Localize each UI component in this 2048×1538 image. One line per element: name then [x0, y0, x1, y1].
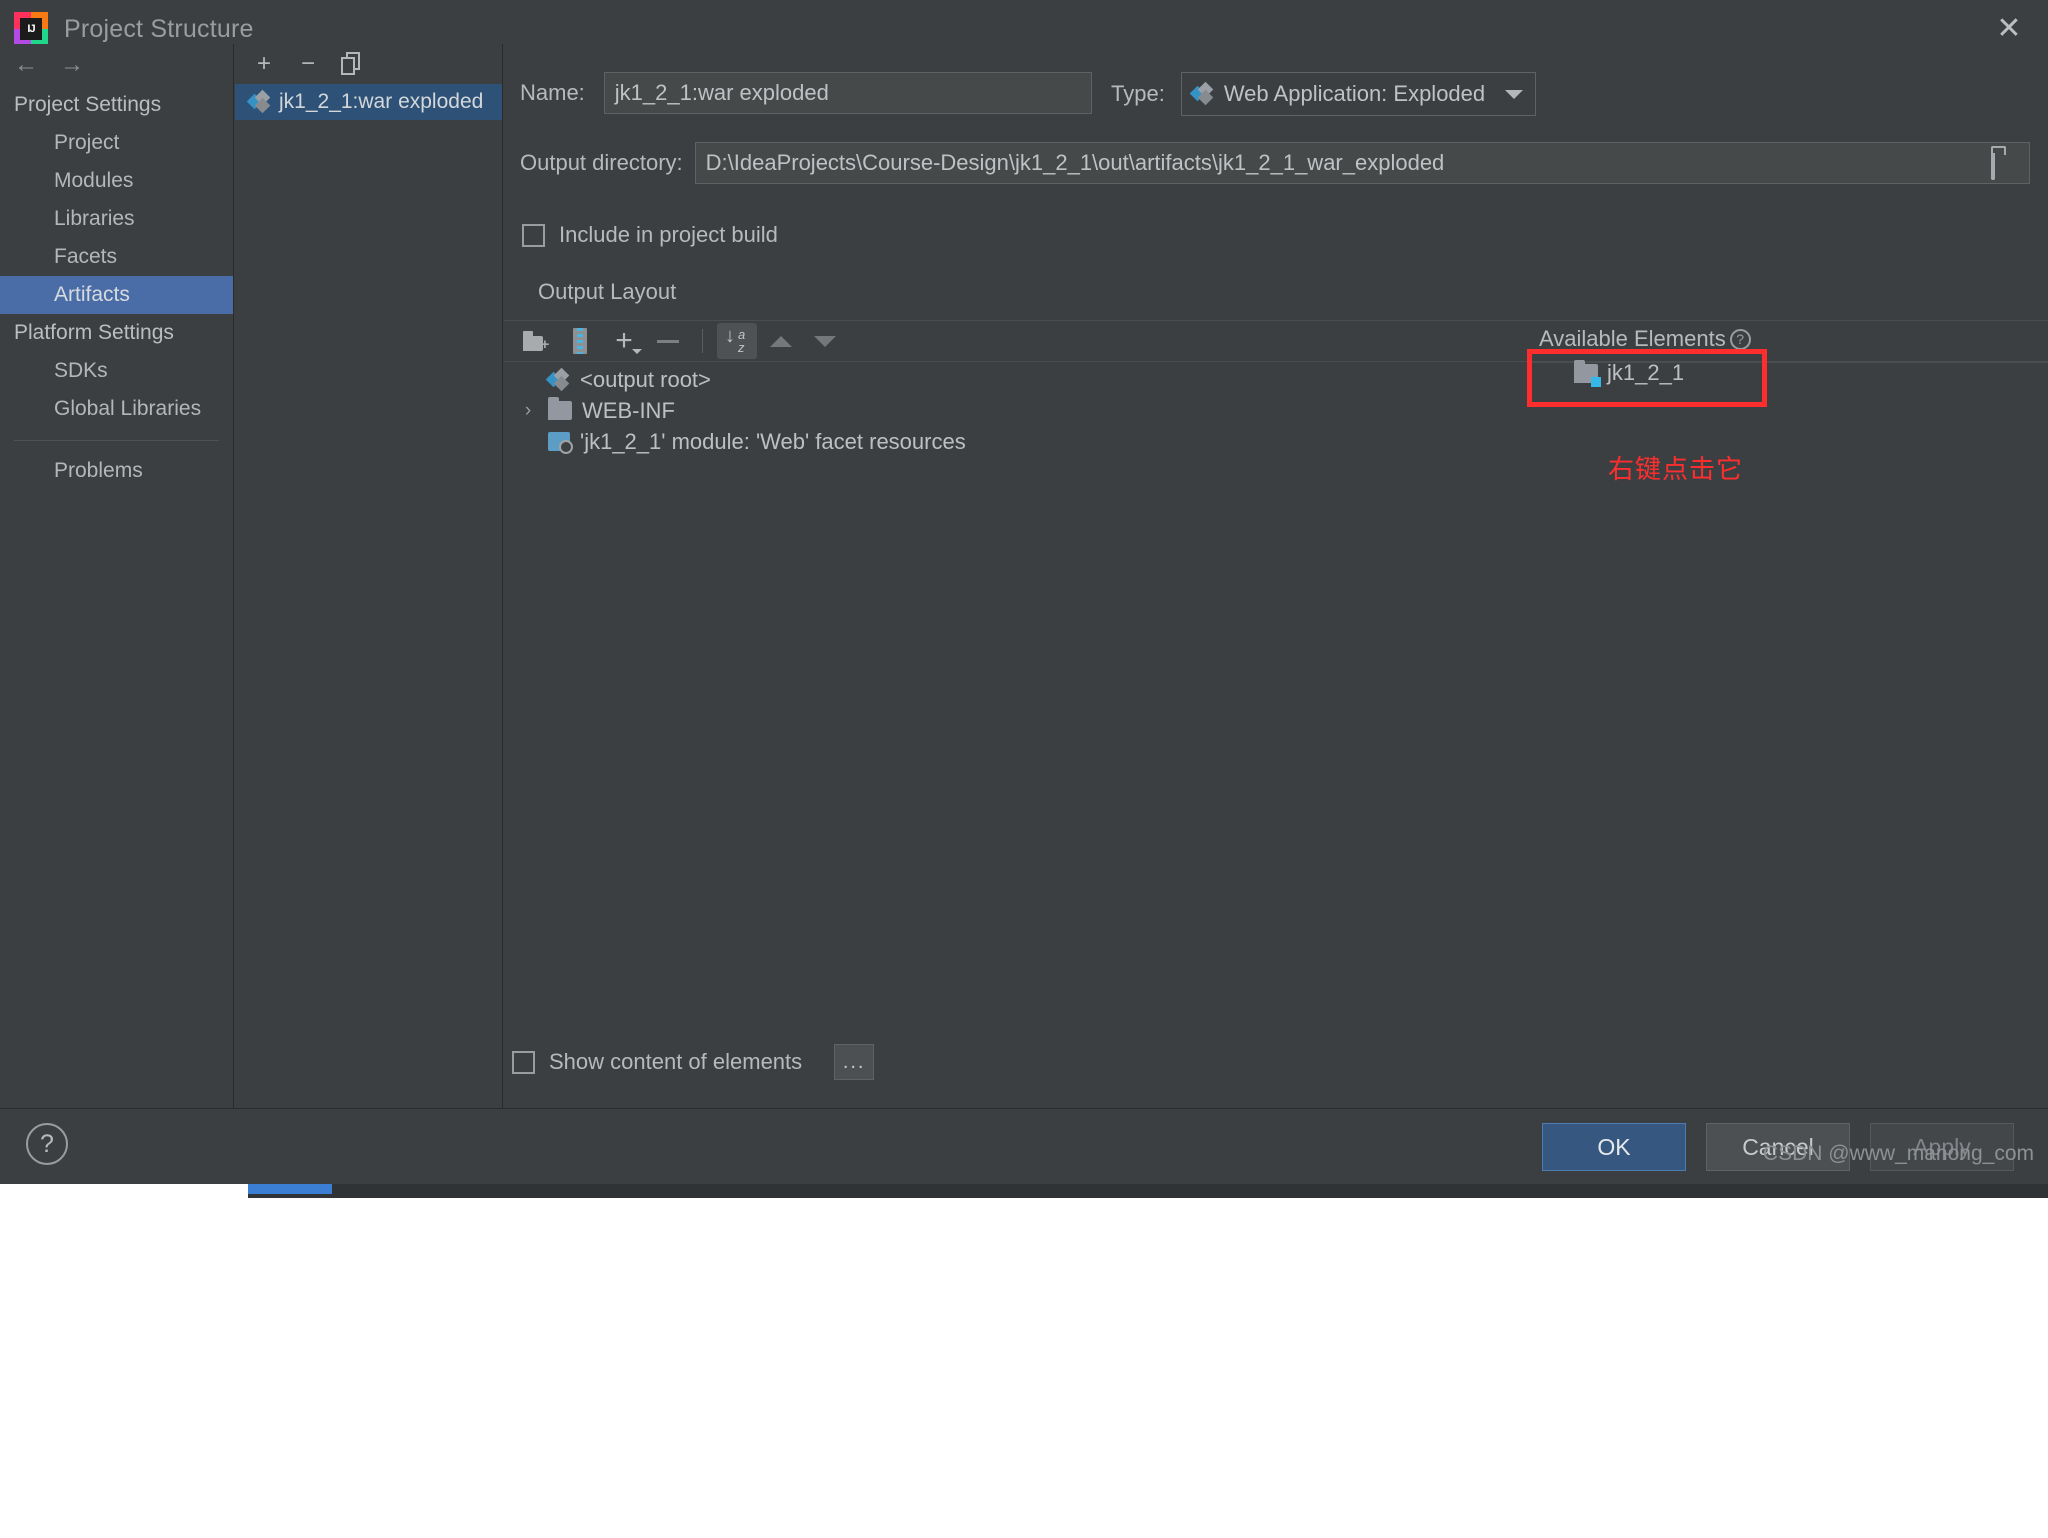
browse-folder-button[interactable]	[1991, 153, 2019, 180]
sidebar-divider	[14, 440, 219, 441]
artifact-icon	[545, 367, 570, 391]
create-archive-icon	[573, 328, 587, 354]
sort-alphabetically-icon: ↓ a z	[725, 325, 746, 355]
artifact-icon	[246, 89, 271, 114]
copy-artifact-button[interactable]	[339, 51, 365, 77]
tree-row-label: <output root>	[580, 366, 711, 392]
show-content-label: Show content of elements	[549, 1049, 803, 1074]
nav-history-controls: ← →	[0, 44, 233, 86]
module-folder-icon	[1574, 359, 1601, 387]
artifacts-toolbar: + −	[235, 44, 502, 84]
move-down-button[interactable]	[805, 323, 845, 359]
remove-element-button[interactable]	[648, 323, 688, 359]
artifact-editor-panel: Name: jk1_2_1:war exploded Type: Web App…	[504, 44, 2048, 1108]
output-directory-input[interactable]: D:\IdeaProjects\Course-Design\jk1_2_1\ou…	[694, 142, 2030, 184]
taskbar-item[interactable]	[248, 1184, 332, 1194]
type-dropdown-value: Web Application: Exploded	[1223, 81, 1486, 106]
window-title: Project Structure	[64, 14, 254, 43]
add-element-button[interactable]: +	[604, 323, 644, 359]
include-in-build-checkbox[interactable]	[522, 223, 545, 247]
type-label: Type:	[1111, 81, 1165, 106]
desktop-taskbar	[0, 1184, 2048, 1538]
include-in-build-row[interactable]: Include in project build	[522, 222, 778, 248]
folder-open-icon	[1991, 153, 1995, 180]
output-directory-label: Output directory:	[520, 150, 683, 175]
name-row: Name: jk1_2_1:war exploded	[520, 72, 1092, 114]
back-arrow-icon[interactable]: ←	[14, 51, 38, 79]
ok-button[interactable]: OK	[1542, 1123, 1686, 1171]
output-layout-label: Output Layout	[538, 279, 677, 304]
copy-icon	[341, 52, 363, 76]
facet-icon	[548, 432, 573, 454]
tree-row-label: WEB-INF	[582, 397, 675, 423]
available-element-item[interactable]: jk1_2_1	[1574, 359, 1685, 387]
output-directory-row: Output directory: D:\IdeaProjects\Course…	[520, 142, 2030, 184]
create-directory-button[interactable]: +	[516, 323, 556, 359]
add-icon: +	[615, 326, 642, 356]
artifacts-list-panel: + − jk1_2_1:war exploded	[235, 44, 503, 1108]
sidebar-item-global-libraries[interactable]: Global Libraries	[0, 390, 233, 428]
chevron-down-icon	[1504, 90, 1523, 99]
folder-icon	[548, 397, 572, 420]
toolbar-divider	[702, 329, 703, 353]
show-content-row[interactable]: Show content of elements ...	[512, 1044, 875, 1080]
remove-icon	[657, 339, 679, 343]
move-up-icon	[770, 335, 792, 347]
name-input[interactable]: jk1_2_1:war exploded	[603, 72, 1092, 114]
annotation-text: 右键点击它	[1608, 454, 1744, 484]
more-options-button[interactable]: ...	[834, 1044, 875, 1080]
settings-sidebar: ← → Project Settings Project Modules Lib…	[0, 44, 234, 1108]
sidebar-item-facets[interactable]: Facets	[0, 238, 233, 276]
show-content-checkbox[interactable]	[512, 1050, 535, 1074]
move-up-button[interactable]	[761, 323, 801, 359]
remove-artifact-button[interactable]: −	[295, 51, 321, 77]
dialog-footer: ? OK Cancel Apply	[0, 1108, 2048, 1184]
sidebar-item-libraries[interactable]: Libraries	[0, 200, 233, 238]
tree-row-output-root[interactable]: <output root>	[504, 364, 1514, 395]
intellij-idea-logo-icon: IJ	[14, 12, 48, 46]
watermark: CSDN @www_manong_com	[1762, 1142, 2034, 1165]
output-layout-tree: <output root> › WEB-INF 'jk1_2_1' module…	[504, 364, 1514, 457]
artifact-list-item[interactable]: jk1_2_1:war exploded	[235, 84, 502, 120]
tree-row-facet-resources[interactable]: 'jk1_2_1' module: 'Web' facet resources	[504, 426, 1514, 457]
sidebar-item-sdks[interactable]: SDKs	[0, 352, 233, 390]
forward-arrow-icon[interactable]: →	[60, 51, 84, 79]
taskbar-strip	[248, 1184, 2048, 1198]
tree-row-label: 'jk1_2_1' module: 'Web' facet resources	[580, 428, 966, 454]
include-in-build-label: Include in project build	[559, 222, 778, 247]
sort-alphabetically-button[interactable]: ↓ a z	[717, 323, 757, 359]
artifact-list-item-label: jk1_2_1:war exploded	[279, 90, 484, 113]
create-directory-icon: +	[523, 331, 549, 352]
tree-row-web-inf[interactable]: › WEB-INF	[504, 395, 1514, 426]
logo-text: IJ	[20, 18, 42, 40]
output-layout-toolbar: + + ↓ a z	[504, 320, 2048, 362]
sidebar-item-artifacts[interactable]: Artifacts	[0, 276, 233, 314]
sidebar-item-problems[interactable]: Problems	[0, 451, 233, 491]
name-label: Name:	[520, 80, 585, 105]
create-archive-button[interactable]	[560, 323, 600, 359]
help-button[interactable]: ?	[26, 1123, 68, 1165]
output-directory-value: D:\IdeaProjects\Course-Design\jk1_2_1\ou…	[705, 150, 1445, 175]
sidebar-group-project-settings: Project Settings	[14, 93, 162, 116]
move-down-icon	[814, 335, 836, 347]
type-dropdown[interactable]: Web Application: Exploded	[1180, 72, 1536, 116]
chevron-right-icon[interactable]: ›	[518, 400, 538, 422]
available-element-label: jk1_2_1	[1607, 360, 1685, 385]
add-artifact-button[interactable]: +	[251, 51, 277, 77]
type-row: Type: Web Application: Exploded	[1111, 72, 1536, 116]
sidebar-item-modules[interactable]: Modules	[0, 162, 233, 200]
sidebar-group-platform-settings: Platform Settings	[14, 321, 174, 344]
sidebar-item-project[interactable]: Project	[0, 124, 233, 162]
artifact-type-icon	[1189, 81, 1214, 106]
help-icon[interactable]: ?	[1729, 328, 1751, 350]
